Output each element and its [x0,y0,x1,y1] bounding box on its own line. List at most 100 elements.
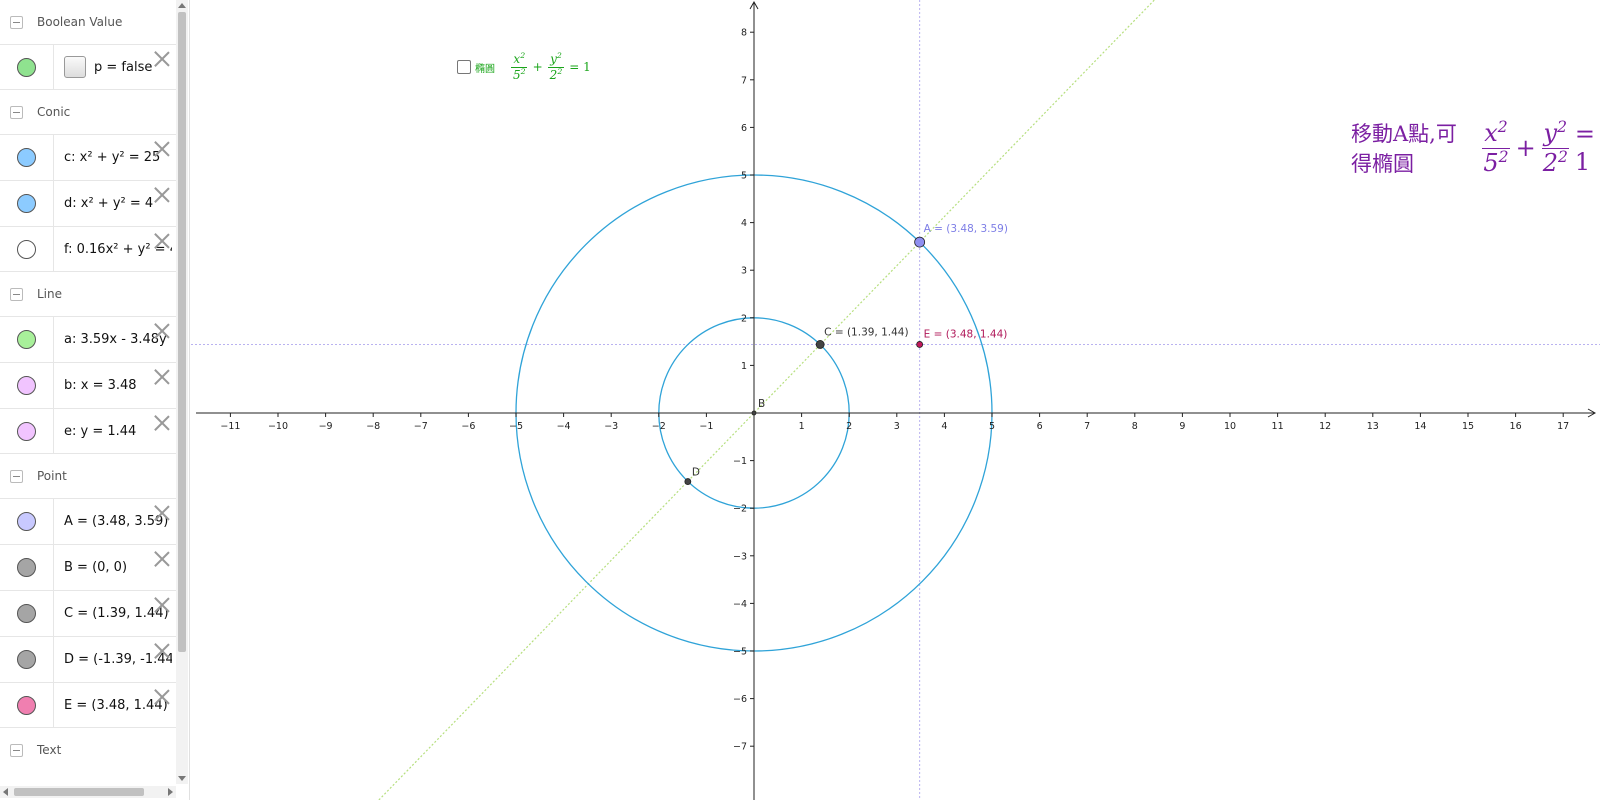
x-tick-label: −3 [604,421,618,432]
delete-close-icon[interactable] [154,597,170,613]
group-header[interactable]: Conic [0,90,176,134]
delete-close-icon[interactable] [154,323,170,339]
x-tick-label: −9 [319,421,333,432]
point-D-label: D [692,467,700,479]
visibility-marble-icon[interactable] [17,57,36,77]
visibility-toggle[interactable] [0,499,54,544]
visibility-marble-icon[interactable] [17,330,36,349]
group-title: Point [37,469,67,483]
group-header[interactable]: Line [0,272,176,316]
delete-close-icon[interactable] [154,505,170,521]
x-tick-label: 14 [1414,421,1426,432]
visibility-marble-icon[interactable] [17,376,36,395]
visibility-toggle[interactable] [0,409,54,453]
collapse-minus-icon[interactable] [10,743,23,757]
graphics-view[interactable]: −11 −10 −9 −8 −7 −6 −5 −4 −3 −2 −1 1 2 3 4 5 6 7 8 9 10 11 12 1… [191,0,1600,800]
visibility-toggle[interactable] [0,591,54,636]
algebra-row[interactable]: f: 0.16x² + y² = 4 [0,226,176,272]
point-C[interactable] [815,340,825,349]
algebra-row[interactable]: c: x² + y² = 25 [0,134,176,180]
delete-close-icon[interactable] [154,187,170,203]
line-a[interactable] [378,0,1155,800]
algebra-row[interactable]: a: 3.59x - 3.48y = 0 [0,316,176,362]
visibility-marble-icon[interactable] [17,650,36,669]
algebra-row[interactable]: b: x = 3.48 [0,362,176,408]
visibility-toggle[interactable] [0,227,54,271]
y-tick-label: 4 [741,218,747,229]
x-tick-label: 13 [1367,421,1379,432]
visibility-marble-icon[interactable] [17,558,36,577]
delete-close-icon[interactable] [154,141,170,157]
x-tick-label: 8 [1132,421,1138,432]
delete-close-icon[interactable] [154,689,170,705]
scroll-right-arrow-icon[interactable] [168,788,173,796]
algebra-list: Boolean Value p = false Conic c: x² + y² = … [0,0,176,772]
scroll-up-arrow-icon[interactable] [178,3,186,8]
scroll-down-arrow-icon[interactable] [178,776,186,781]
algebra-row[interactable]: E = (3.48, 1.44) [0,682,176,728]
group-header[interactable]: Point [0,454,176,498]
collapse-minus-icon[interactable] [10,15,23,29]
delete-close-icon[interactable] [154,415,170,431]
x-tick-label: 7 [1084,421,1090,432]
scroll-left-arrow-icon[interactable] [3,788,8,796]
point-B[interactable] [751,410,757,416]
x-tick-label: −6 [461,421,475,432]
vertical-scrollbar[interactable] [176,0,188,784]
visibility-toggle[interactable] [0,181,54,226]
visibility-marble-icon[interactable] [17,421,36,441]
scrollbar-thumb[interactable] [178,12,186,652]
algebra-row[interactable]: D = (-1.39, -1.44) [0,636,176,682]
visibility-marble-icon[interactable] [17,512,36,531]
x-tick-label: 12 [1319,421,1331,432]
point-C-label: C = (1.39, 1.44) [824,326,908,338]
boolean-checkbox[interactable] [64,56,86,78]
algebra-row[interactable]: A = (3.48, 3.59) [0,498,176,544]
visibility-marble-icon[interactable] [17,239,36,259]
group-title: Text [37,743,62,757]
delete-close-icon[interactable] [154,551,170,567]
horizontal-scrollbar[interactable] [0,786,176,798]
ellipse-checkbox[interactable] [457,60,471,75]
algebra-row[interactable]: B = (0, 0) [0,544,176,590]
point-D[interactable] [684,478,692,485]
point-E[interactable] [916,341,924,348]
algebra-row[interactable]: p = false [0,44,176,90]
group-title: Conic [37,105,71,119]
collapse-minus-icon[interactable] [10,287,23,301]
delete-close-icon[interactable] [154,233,170,249]
ellipse-checkbox-widget[interactable]: 橢圓 x2 52 + y2 22 = 1 [457,51,596,83]
algebra-row[interactable]: e: y = 1.44 [0,408,176,454]
x-tick-label: −5 [509,421,523,432]
y-tick-label: −1 [733,456,747,467]
x-tick-label: 15 [1462,421,1474,432]
visibility-toggle[interactable] [0,317,54,362]
visibility-toggle[interactable] [0,363,54,408]
y-tick-label: 1 [741,361,747,372]
visibility-marble-icon[interactable] [17,695,36,715]
x-tick-label: 2 [846,421,852,432]
algebra-view: Boolean Value p = false Conic c: x² + y² = … [0,0,190,800]
collapse-minus-icon[interactable] [10,469,23,483]
group-header[interactable]: Boolean Value [0,0,176,44]
y-tick-label: −6 [733,694,747,705]
visibility-toggle[interactable] [0,45,54,89]
delete-close-icon[interactable] [154,643,170,659]
scrollbar-thumb-horizontal[interactable] [14,788,144,796]
algebra-row[interactable]: C = (1.39, 1.44) [0,590,176,636]
visibility-marble-icon[interactable] [17,604,36,623]
delete-close-icon[interactable] [154,369,170,385]
visibility-marble-icon[interactable] [17,194,36,213]
visibility-toggle[interactable] [0,637,54,682]
visibility-toggle[interactable] [0,135,54,180]
visibility-toggle[interactable] [0,683,54,727]
point-A[interactable] [914,236,926,248]
x-tick-label: −1 [699,421,713,432]
x-tick-label: 17 [1557,421,1569,432]
algebra-row[interactable]: d: x² + y² = 4 [0,180,176,226]
delete-close-icon[interactable] [154,51,170,67]
group-header[interactable]: Text [0,728,176,772]
visibility-toggle[interactable] [0,545,54,590]
collapse-minus-icon[interactable] [10,105,23,119]
visibility-marble-icon[interactable] [17,148,36,167]
